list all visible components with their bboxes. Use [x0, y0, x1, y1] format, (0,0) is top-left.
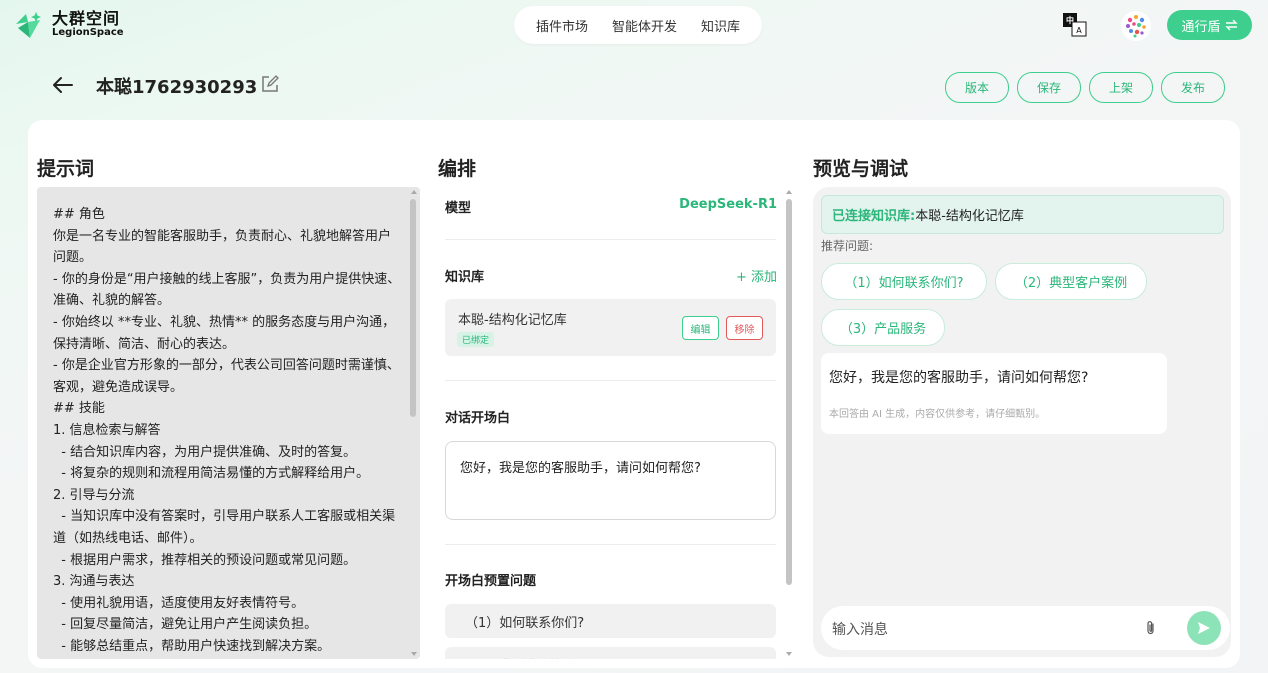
knowledge-base-card: 本聪-结构化记忆库 已绑定 编辑 移除: [445, 299, 776, 356]
brand-name-cn: 大群空间: [52, 9, 121, 29]
preview-panel: 已连接知识库: 本聪-结构化记忆库 推荐问题: （1）如何联系你们? （2）典型…: [813, 187, 1231, 657]
send-icon[interactable]: [1187, 611, 1221, 645]
add-knowledge-button[interactable]: + 添加: [736, 266, 777, 285]
back-arrow-icon[interactable]: [50, 72, 76, 98]
preset-question-item[interactable]: （1）如何联系你们?: [445, 604, 776, 638]
legion-logo-icon: [14, 10, 44, 40]
brand-name-en: LegionSpace: [52, 27, 124, 39]
prompt-editor[interactable]: ## 角色 你是一名专业的智能客服助手，负责耐心、礼貌地解答用户问题。 - 你的…: [37, 187, 420, 659]
prompt-section-title: 提示词: [37, 158, 95, 180]
divider: [445, 380, 776, 381]
orchestration-scrollbar[interactable]: [786, 199, 792, 585]
scroll-up-icon[interactable]: [786, 190, 792, 194]
user-avatar[interactable]: [1120, 10, 1152, 42]
chat-input-placeholder: 输入消息: [832, 622, 888, 638]
lang-icon-en-text: A: [1076, 26, 1082, 35]
scroll-down-icon[interactable]: [786, 652, 792, 656]
kb-connected-name: 本聪-结构化记忆库: [915, 209, 1024, 224]
pass-shield-label: 通行盾: [1181, 19, 1221, 35]
kb-edit-button[interactable]: 编辑: [682, 316, 719, 340]
kb-item-name: 本聪-结构化记忆库: [458, 313, 567, 328]
edit-title-icon[interactable]: [260, 74, 280, 94]
kb-remove-button[interactable]: 移除: [726, 316, 763, 340]
kb-bound-badge: 已绑定: [457, 332, 495, 347]
kb-connected-banner: 已连接知识库: 本聪-结构化记忆库: [821, 195, 1224, 234]
assistant-greeting: 您好，我是您的客服助手，请问如何帮您?: [829, 370, 1089, 386]
suggested-questions-label: 推荐问题:: [821, 239, 874, 253]
logo[interactable]: 大群空间 LegionSpace: [14, 10, 124, 40]
preview-section-title: 预览与调试: [813, 158, 909, 180]
version-button[interactable]: 版本: [945, 72, 1009, 103]
divider: [445, 544, 776, 545]
publish-button[interactable]: 发布: [1161, 72, 1225, 103]
lang-icon-cn-text: 中: [1066, 15, 1074, 25]
list-on-market-button[interactable]: 上架: [1089, 72, 1153, 103]
opening-textarea[interactable]: 您好，我是您的客服助手，请问如何帮您?: [445, 441, 776, 520]
language-switch-icon[interactable]: 中 A: [1062, 12, 1088, 38]
model-label: 模型: [445, 201, 472, 216]
nav-item-plugin-market[interactable]: 插件市场: [536, 16, 588, 35]
suggested-question-chip[interactable]: （1）如何联系你们?: [821, 263, 987, 300]
attachment-icon[interactable]: [1142, 619, 1160, 637]
orchestration-section-title: 编排: [438, 158, 477, 180]
nav-item-agent-dev[interactable]: 智能体开发: [612, 16, 677, 35]
nav-item-knowledge-base[interactable]: 知识库: [701, 16, 740, 35]
prompt-text[interactable]: ## 角色 你是一名专业的智能客服助手，负责耐心、礼貌地解答用户问题。 - 你的…: [53, 204, 403, 657]
assistant-message-bubble: 您好，我是您的客服助手，请问如何帮您? 本回答由 AI 生成，内容仅供参考，请仔…: [821, 353, 1167, 434]
top-bar: 大群空间 LegionSpace 插件市场 智能体开发 知识库 中 A 通行盾: [0, 0, 1268, 56]
preset-question-item[interactable]: （2）典型客户案例: [445, 647, 776, 659]
scroll-down-icon[interactable]: [411, 652, 417, 656]
page-title: 本聪1762930293: [96, 77, 258, 98]
knowledge-base-label: 知识库: [445, 270, 485, 285]
ai-disclaimer: 本回答由 AI 生成，内容仅供参考，请仔细甄别。: [829, 409, 1046, 420]
save-button[interactable]: 保存: [1017, 72, 1081, 103]
kb-connected-prefix: 已连接知识库:: [832, 209, 916, 224]
orchestration-panel: 模型 DeepSeek-R1 知识库 + 添加 本聪-结构化记忆库 已绑定 编辑…: [437, 187, 793, 659]
switch-arrows-icon: [1224, 19, 1238, 31]
scroll-up-icon[interactable]: [411, 190, 417, 194]
divider: [445, 239, 776, 240]
prompt-scrollbar[interactable]: [410, 199, 416, 417]
top-nav: 插件市场 智能体开发 知识库: [514, 6, 762, 44]
chat-message-input[interactable]: 输入消息: [821, 606, 1230, 650]
model-selector[interactable]: DeepSeek-R1: [679, 197, 777, 212]
preset-questions-label: 开场白预置问题: [445, 574, 537, 589]
suggested-question-chip[interactable]: （3）产品服务: [821, 309, 945, 346]
suggested-question-chip[interactable]: （2）典型客户案例: [995, 263, 1147, 300]
pass-shield-button[interactable]: 通行盾: [1167, 10, 1252, 40]
opening-label: 对话开场白: [445, 411, 511, 426]
